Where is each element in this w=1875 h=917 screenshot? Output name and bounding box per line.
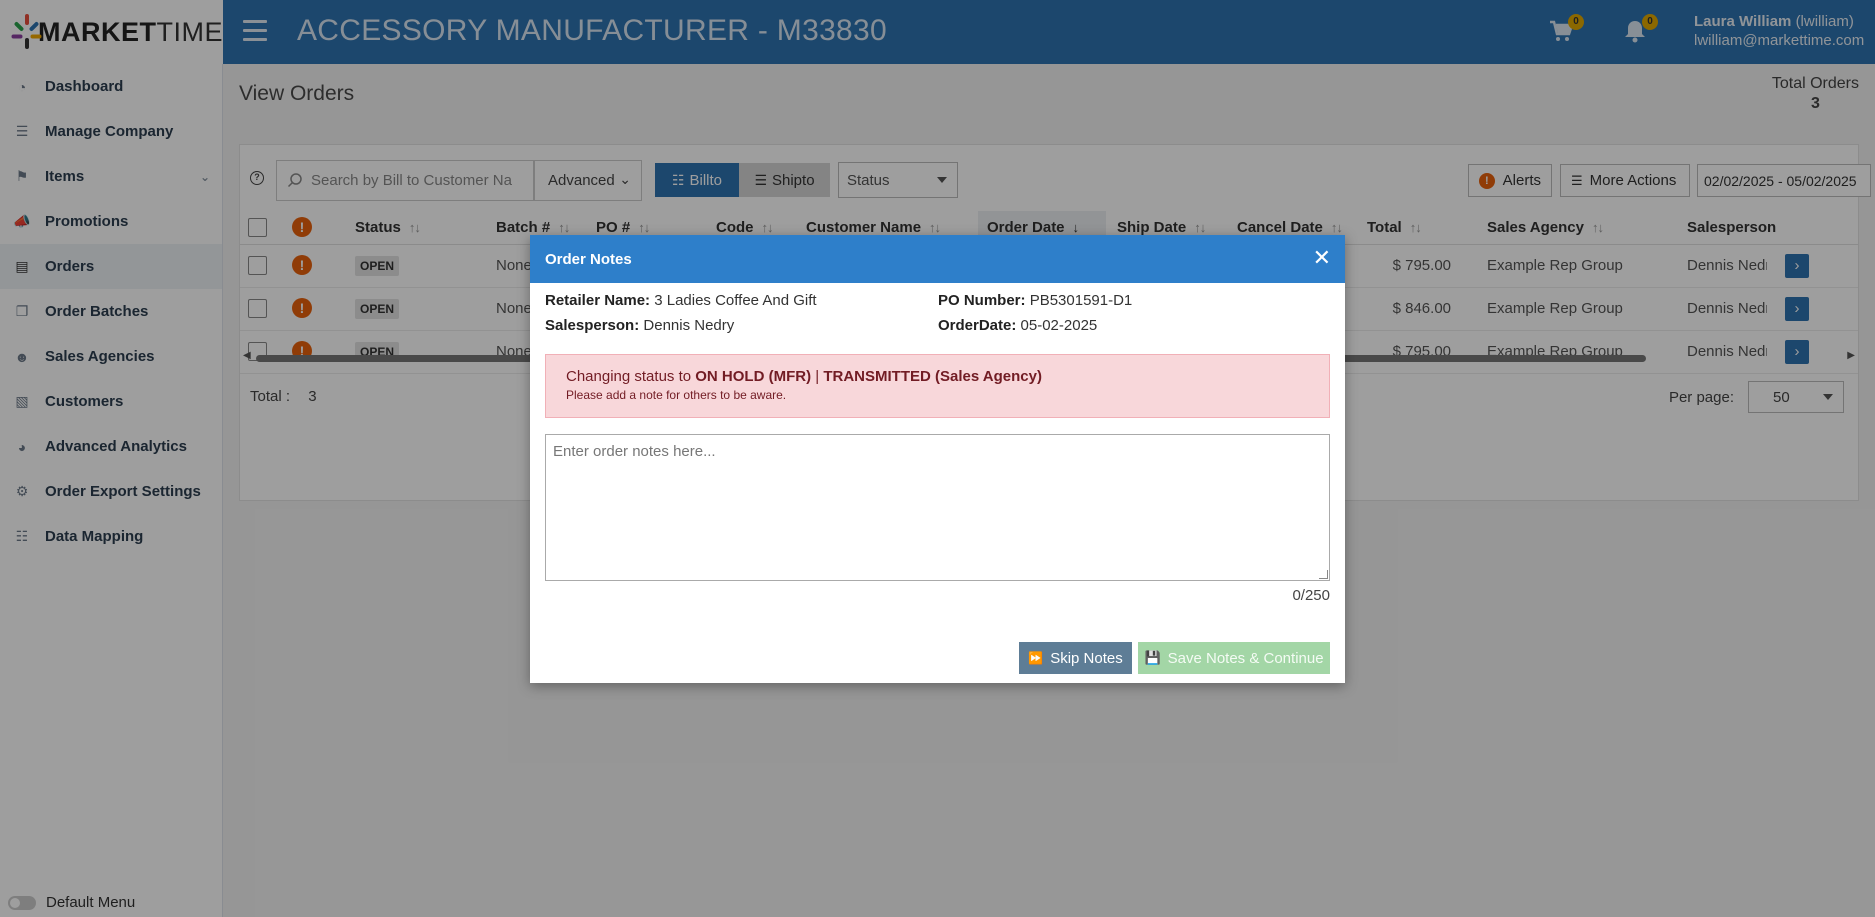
status-change-alert: Changing status to ON HOLD (MFR) | TRANS… <box>545 354 1330 418</box>
retailer-name-label: Retailer Name: <box>545 292 651 309</box>
alert-status-agency: TRANSMITTED (Sales Agency) <box>823 368 1042 385</box>
order-date-label: OrderDate: <box>938 317 1017 334</box>
order-date-value: 05-02-2025 <box>1020 317 1098 334</box>
skip-notes-button[interactable]: ⏩ Skip Notes <box>1019 642 1132 674</box>
retailer-name-info: Retailer Name: 3 Ladies Coffee And Gift <box>545 292 817 309</box>
alert-separator: | <box>815 368 820 385</box>
salesperson-value: Dennis Nedry <box>643 317 735 334</box>
character-counter: 0/250 <box>1292 587 1330 604</box>
modal-header: Order Notes ✕ <box>530 235 1345 283</box>
alert-note: Please add a note for others to be aware… <box>566 388 787 402</box>
fast-forward-icon: ⏩ <box>1028 651 1044 665</box>
order-date-info: OrderDate: 05-02-2025 <box>938 317 1097 334</box>
close-icon[interactable]: ✕ <box>1313 247 1331 269</box>
order-notes-textarea[interactable]: Enter order notes here... <box>545 434 1330 581</box>
salesperson-info: Salesperson: Dennis Nedry <box>545 317 734 334</box>
modal-title: Order Notes <box>545 250 632 268</box>
notes-placeholder: Enter order notes here... <box>553 443 716 460</box>
save-notes-label: Save Notes & Continue <box>1167 649 1324 667</box>
salesperson-label: Salesperson: <box>545 317 640 334</box>
alert-status-mfr: ON HOLD (MFR) <box>695 368 812 385</box>
po-number-value: PB5301591-D1 <box>1029 292 1133 309</box>
save-icon: 💾 <box>1144 650 1161 665</box>
skip-notes-label: Skip Notes <box>1050 649 1123 667</box>
retailer-name-value: 3 Ladies Coffee And Gift <box>654 292 817 309</box>
po-number-label: PO Number: <box>938 292 1026 309</box>
alert-prefix: Changing status to <box>566 368 692 385</box>
resize-grip-icon[interactable] <box>1319 570 1328 579</box>
order-notes-modal: Order Notes ✕ Retailer Name: 3 Ladies Co… <box>530 235 1345 683</box>
save-notes-continue-button[interactable]: 💾 Save Notes & Continue <box>1138 642 1330 674</box>
po-number-info: PO Number: PB5301591-D1 <box>938 292 1132 309</box>
